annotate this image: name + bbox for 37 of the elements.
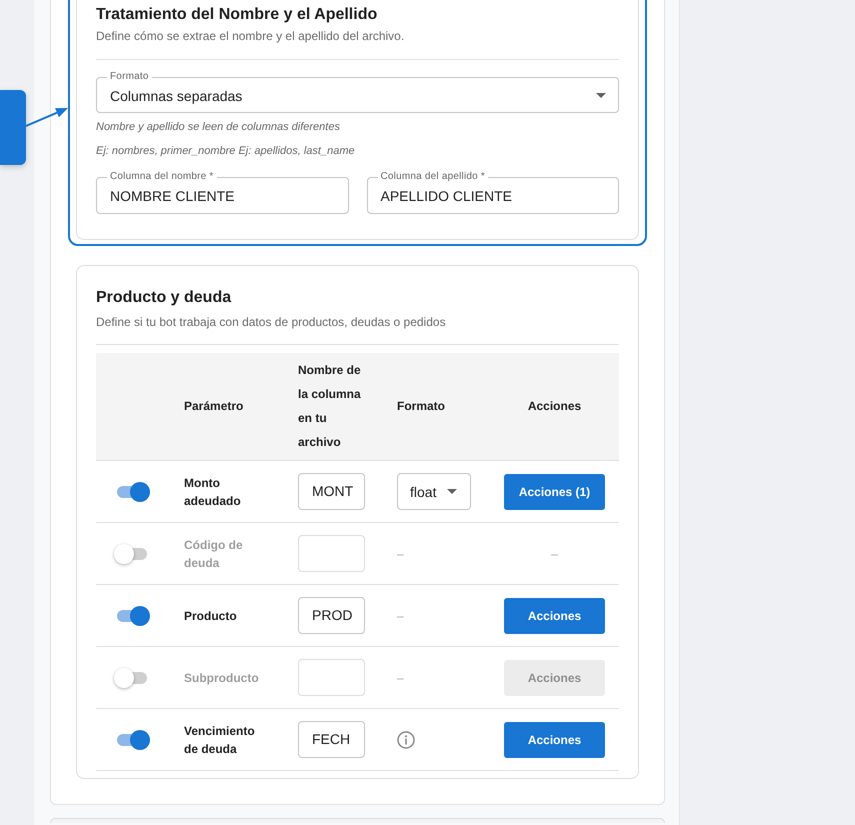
parameter-name: Subproducto [184, 670, 259, 686]
field-label: Formato [109, 71, 150, 83]
column-header: Formato [397, 399, 445, 413]
format-select[interactable]: Formato Columnas separadas [96, 71, 619, 113]
section-title: Tratamiento del Nombre y el Apellido [96, 5, 378, 25]
format-select[interactable]: float [397, 473, 471, 510]
section-description: Define cómo se extrae el nombre y el apellido del archivo. [96, 28, 406, 44]
section-description: Define si tu bot trabaja con datos de productos, deudas o pedidos [96, 314, 447, 330]
caret-icon [447, 489, 457, 494]
caret-icon [596, 93, 606, 98]
field-label: Columna del nombre * [109, 171, 214, 183]
column-header: Nombre de la columna en tu archivo [298, 363, 361, 449]
parameter-name: Monto adeudado [184, 474, 242, 510]
column-header: Acciones [528, 399, 582, 413]
helper-text: Nombre y apellido se leen de columnas diferentes [96, 120, 341, 135]
text-field[interactable]: Columna del nombre * NOMBRE CLIENTE [96, 171, 348, 214]
column-name-input[interactable] [298, 659, 365, 696]
parameter-name: Producto [184, 608, 237, 624]
column-header: Parámetro [184, 399, 244, 413]
field-label: Columna del apellido * [380, 171, 486, 183]
column-name-input[interactable]: MONT [298, 473, 365, 510]
info-icon[interactable] [397, 730, 415, 748]
column-name-input[interactable]: PROD [298, 597, 365, 634]
empty-dash: – [397, 670, 404, 684]
empty-dash: – [397, 546, 404, 560]
text-field[interactable]: Columna del apellido * APELLIDO CLIENTE [366, 171, 619, 214]
parameter-name: Código de deuda [184, 536, 244, 572]
parameter-name: Vencimiento de deuda [184, 722, 256, 758]
empty-dash: – [551, 546, 558, 560]
helper-text: Ej: nombres, primer_nombre Ej: apellidos, last_name [96, 144, 356, 159]
actions-button[interactable]: Acciones [504, 722, 605, 758]
actions-button[interactable]: Acciones (1) [504, 474, 605, 510]
column-name-input[interactable]: FECH [298, 721, 365, 758]
section-title: Producto y deuda [96, 288, 232, 308]
empty-dash: – [397, 608, 404, 622]
actions-button[interactable]: Acciones [504, 598, 605, 634]
column-name-input[interactable] [298, 535, 365, 572]
